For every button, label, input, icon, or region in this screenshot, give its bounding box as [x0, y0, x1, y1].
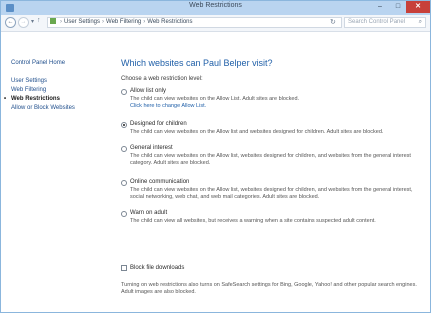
back-button[interactable]: ← — [5, 17, 16, 28]
radio-designed-for-children[interactable] — [121, 122, 127, 128]
breadcrumb-separator: › — [102, 19, 105, 25]
safesearch-note: Turning on web restrictions also turns o… — [121, 282, 417, 295]
option-label[interactable]: Allow list only — [130, 88, 166, 94]
sidebar-item-web-filtering[interactable]: Web Filtering — [11, 87, 46, 93]
control-panel-icon — [50, 18, 56, 24]
breadcrumb-separator: › — [60, 19, 62, 25]
sidebar-item-allow-or-block-websites[interactable]: Allow or Block Websites — [11, 105, 75, 111]
block-downloads-label[interactable]: Block file downloads — [130, 265, 184, 271]
search-input[interactable]: Search Control Panel ⌕ — [344, 17, 426, 28]
web-restrictions-window: Web Restrictions – □ ✕ ← → ▾ ↑ › User Set… — [0, 0, 431, 313]
search-icon[interactable]: ⌕ — [419, 18, 422, 27]
option-label[interactable]: Warn on adult — [130, 210, 167, 216]
breadcrumb-web-filtering[interactable]: Web Filtering — [106, 19, 141, 25]
current-page-bullet: • — [4, 96, 7, 102]
restriction-prompt: Choose a web restriction level: — [121, 76, 203, 82]
option-label[interactable]: General interest — [130, 145, 173, 151]
option-description: The child can view websites on the Allow… — [130, 96, 300, 102]
maximize-button[interactable]: □ — [390, 1, 406, 13]
sidebar-item-web-restrictions: • Web Restrictions — [4, 96, 60, 102]
option-description: The child can view websites on the Allow… — [130, 153, 411, 166]
breadcrumb-web-restrictions[interactable]: Web Restrictions — [147, 19, 192, 25]
forward-button[interactable]: → — [18, 17, 29, 28]
sidebar-item-label: Web Restrictions — [11, 96, 60, 102]
up-icon[interactable]: ↑ — [37, 17, 41, 24]
radio-warn-on-adult[interactable] — [121, 211, 127, 217]
option-description: The child can view websites on the Allow… — [130, 129, 384, 135]
address-bar: ← → ▾ ↑ › User Settings › Web Filtering › Web… — [1, 15, 430, 32]
sidebar-item-user-settings[interactable]: User Settings — [11, 78, 47, 84]
option-description: The child can view all websites, but rec… — [130, 218, 376, 224]
search-placeholder: Search Control Panel — [348, 19, 406, 25]
title-bar: Web Restrictions – □ ✕ — [1, 1, 430, 15]
change-allow-list-link[interactable]: Click here to change Allow List. — [130, 103, 206, 109]
option-label[interactable]: Designed for children — [130, 121, 187, 127]
refresh-icon[interactable]: ↻ — [330, 18, 336, 26]
breadcrumb-user-settings[interactable]: User Settings — [64, 19, 100, 25]
sidebar: Control Panel Home User Settings Web Fil… — [1, 32, 113, 312]
close-button[interactable]: ✕ — [406, 1, 430, 13]
main-content: Which websites can Paul Belper visit? Ch… — [119, 32, 425, 312]
option-description: The child can view websites on the Allow… — [130, 187, 413, 200]
breadcrumb-separator: › — [143, 19, 146, 25]
block-downloads-checkbox[interactable] — [121, 265, 127, 271]
option-label[interactable]: Online communication — [130, 179, 189, 185]
minimize-button[interactable]: – — [372, 1, 388, 13]
sidebar-item-control-panel-home[interactable]: Control Panel Home — [11, 60, 65, 66]
radio-online-communication[interactable] — [121, 180, 127, 186]
page-title: Which websites can Paul Belper visit? — [121, 58, 273, 68]
recent-locations-icon[interactable]: ▾ — [31, 18, 34, 25]
window-title: Web Restrictions — [189, 2, 242, 9]
radio-general-interest[interactable] — [121, 146, 127, 152]
breadcrumb[interactable]: › User Settings › Web Filtering › Web Restric… — [47, 17, 342, 28]
radio-allow-list-only[interactable] — [121, 89, 127, 95]
